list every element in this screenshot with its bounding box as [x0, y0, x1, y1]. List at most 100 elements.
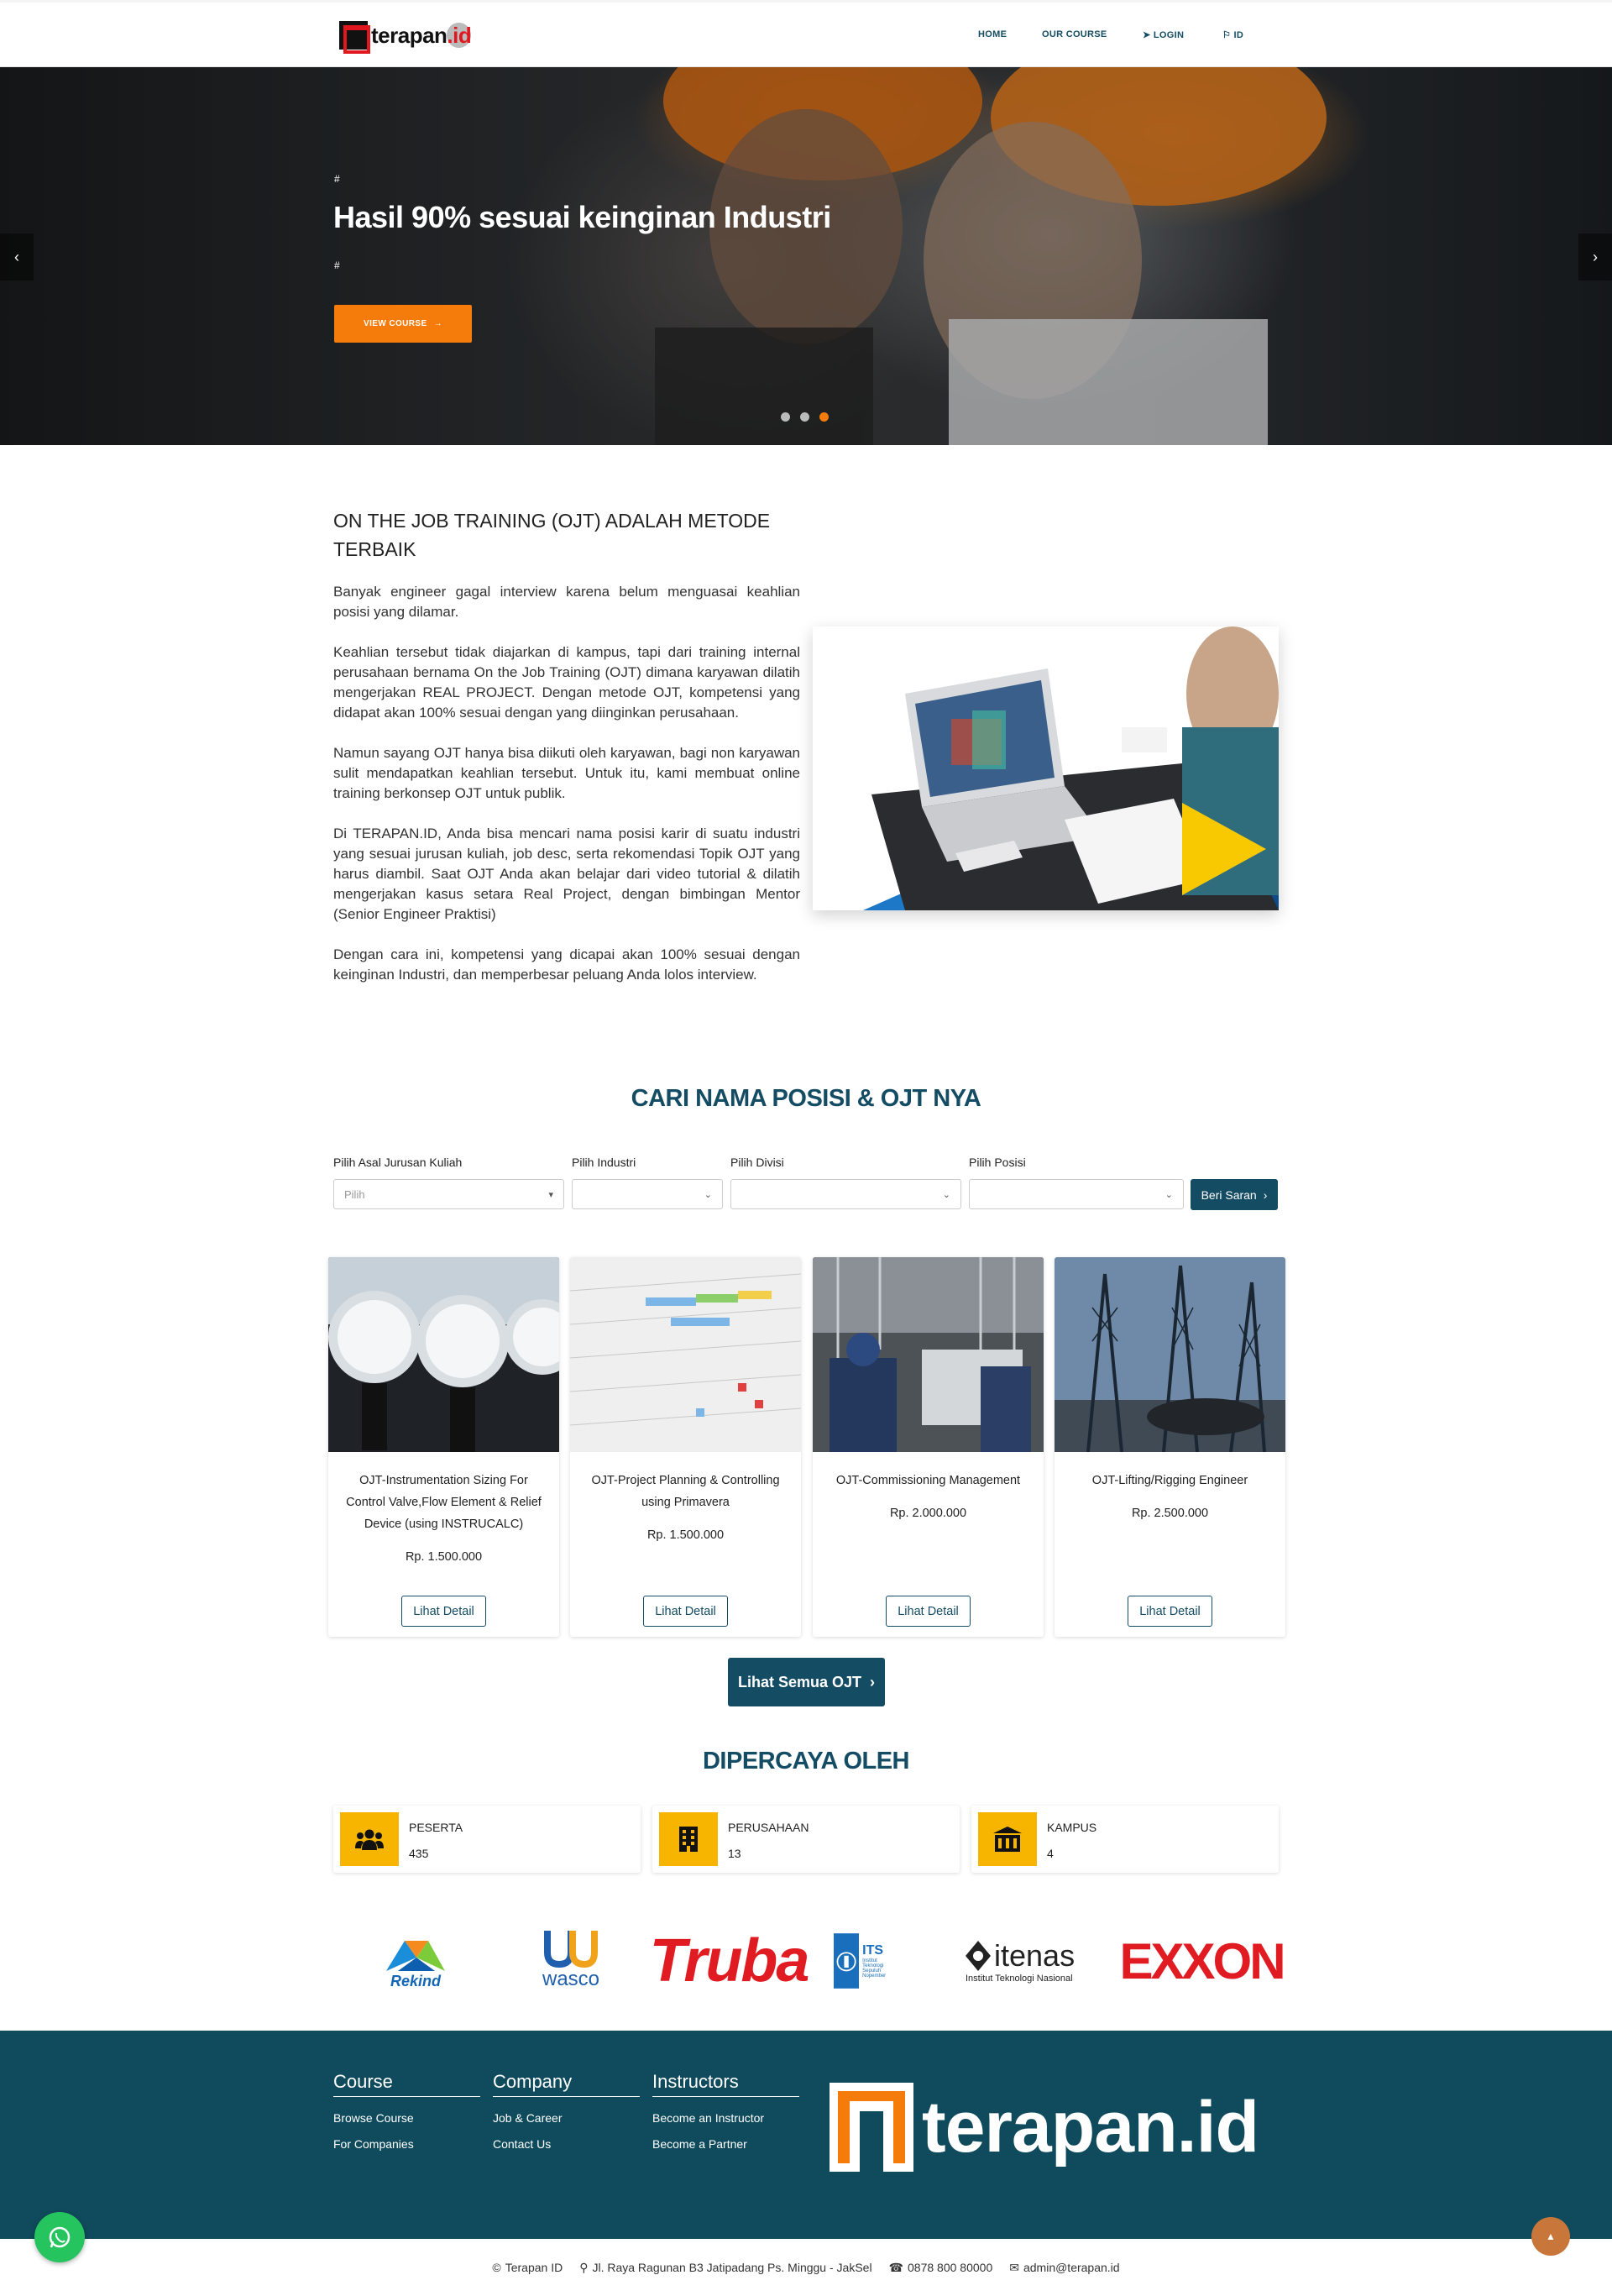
course-detail-button[interactable]: Lihat Detail	[1128, 1596, 1212, 1627]
email-item[interactable]: ✉ admin@terapan.id	[1009, 2261, 1119, 2275]
about-paragraph: Di TERAPAN.ID, Anda bisa mencari nama po…	[333, 826, 800, 922]
footer-brand-text: terapan	[922, 2086, 1178, 2168]
itenas-wordmark: itenas	[994, 1938, 1076, 1973]
logo-mark-icon	[830, 2083, 913, 2172]
itenas-emblem-icon	[966, 1941, 991, 1971]
divisi-select[interactable]: ⌄	[730, 1179, 961, 1209]
about-paragraph: Keahlian tersebut tidak diajarkan di kam…	[333, 644, 800, 721]
see-all-courses-button[interactable]: Lihat Semua OJT ›	[728, 1658, 885, 1706]
posisi-select[interactable]: ⌄	[969, 1179, 1184, 1209]
building-icon	[659, 1812, 718, 1866]
footer-col-company: Company Job & Career Contact Us	[493, 2071, 640, 2157]
carousel-indicators	[781, 412, 829, 422]
course-image	[1055, 1257, 1285, 1453]
course-card[interactable]: OJT-Commissioning Management Rp. 2.000.0…	[813, 1257, 1044, 1637]
footer-link-for-companies[interactable]: For Companies	[333, 2131, 480, 2157]
footer-brand-logo: terapan.id	[830, 2083, 1259, 2172]
stat-value: 13	[728, 1847, 741, 1860]
footer-link-job-career[interactable]: Job & Career	[493, 2105, 640, 2131]
about-paragraph: Banyak engineer gagal interview karena b…	[333, 584, 800, 620]
course-card[interactable]: OJT-Project Planning & Controlling using…	[570, 1257, 801, 1637]
map-marker-icon: ⚲	[579, 2260, 589, 2274]
page: terapan.id HOME OUR COURSE ➤ LOGIN ⚐ ID …	[0, 0, 1612, 2296]
footer: Course Browse Course For Companies Compa…	[0, 2031, 1612, 2239]
beri-saran-button[interactable]: Beri Saran ›	[1191, 1179, 1278, 1210]
course-detail-button[interactable]: Lihat Detail	[401, 1596, 486, 1627]
course-card[interactable]: OJT-Lifting/Rigging Engineer Rp. 2.500.0…	[1055, 1257, 1285, 1637]
chevron-right-icon: ›	[870, 1673, 876, 1691]
footer-heading: Course	[333, 2071, 480, 2097]
stat-card-peserta: PESERTA 435	[333, 1806, 641, 1873]
footer-link-contact-us[interactable]: Contact Us	[493, 2131, 640, 2157]
wasco-logo-icon	[544, 1931, 598, 1968]
brand-name: terapan.id	[371, 22, 472, 48]
stat-value: 4	[1047, 1847, 1054, 1860]
stat-label: PERUSAHAAN	[728, 1821, 809, 1834]
nav-login-label: LOGIN	[1153, 30, 1185, 40]
copyright-bar: © Terapan ID ⚲ Jl. Raya Ragunan B3 Jatipad…	[0, 2239, 1612, 2296]
nav-home[interactable]: HOME	[978, 29, 1007, 39]
course-card[interactable]: OJT-Instrumentation Sizing For Control V…	[328, 1257, 559, 1637]
its-subtitle: Sepuluh Nopember	[862, 1968, 887, 1979]
footer-heading: Instructors	[652, 2071, 799, 2097]
footer-link-become-instructor[interactable]: Become an Instructor	[652, 2105, 799, 2131]
brand-logo[interactable]: terapan.id	[339, 21, 472, 54]
truba-wordmark: Truba	[649, 1927, 810, 1995]
phone-icon: ☎	[888, 2260, 904, 2274]
footer-col-course: Course Browse Course For Companies	[333, 2071, 480, 2157]
phone-item[interactable]: ☎ 0878 800 80000	[889, 2261, 993, 2275]
university-icon	[978, 1812, 1037, 1866]
hero-subtitle: #	[334, 259, 340, 271]
footer-heading: Company	[493, 2071, 640, 2097]
laptop-illustration	[813, 626, 1279, 910]
carousel-next-button[interactable]: ›	[1578, 233, 1612, 280]
carousel-dot-2[interactable]	[800, 412, 809, 422]
course-detail-button[interactable]: Lihat Detail	[886, 1596, 971, 1627]
stat-card-kampus: KAMPUS 4	[971, 1806, 1279, 1873]
carousel-prev-button[interactable]: ‹	[0, 233, 34, 280]
partner-logo-itenas: itenas Institut Teknologi Nasional	[966, 1923, 1102, 1999]
posisi-label: Pilih Posisi	[969, 1156, 1026, 1169]
carousel-dot-1[interactable]	[781, 412, 790, 422]
nav-our-course[interactable]: OUR COURSE	[1042, 29, 1107, 39]
itenas-subtitle: Institut Teknologi Nasional	[966, 1974, 1073, 1984]
view-course-button[interactable]: VIEW COURSE →	[334, 305, 472, 343]
stat-label: PESERTA	[409, 1821, 463, 1834]
partner-logo-wasco: wasco	[529, 1923, 613, 1999]
back-to-top-button[interactable]: ▲	[1531, 2217, 1570, 2256]
chevron-right-icon: ›	[1593, 248, 1598, 265]
whatsapp-chat-button[interactable]	[34, 2212, 85, 2262]
nav-login[interactable]: ➤ LOGIN	[1143, 29, 1184, 40]
footer-brand-name: terapan.id	[922, 2086, 1259, 2169]
chevron-left-icon: ‹	[14, 248, 19, 265]
course-title: OJT-Instrumentation Sizing For Control V…	[346, 1474, 542, 1531]
course-title: OJT-Commissioning Management	[835, 1474, 1021, 1487]
address-item: ⚲ Jl. Raya Ragunan B3 Jatipadang Ps. Ming…	[579, 2261, 871, 2275]
stat-label: KAMPUS	[1047, 1821, 1097, 1834]
users-icon	[340, 1812, 399, 1866]
jurusan-select-value: Pilih	[344, 1187, 365, 1201]
course-price: Rp. 1.500.000	[646, 1528, 725, 1542]
logo-mark-icon	[339, 21, 370, 54]
partner-logo-exxon: EXXON	[1119, 1923, 1285, 1999]
course-price: Rp. 2.000.000	[889, 1507, 967, 1520]
about-video-thumbnail[interactable]	[813, 626, 1279, 910]
chevron-up-icon: ▲	[1546, 2230, 1556, 2242]
jurusan-label: Pilih Asal Jurusan Kuliah	[333, 1156, 463, 1169]
jurusan-select[interactable]: Pilih ▾	[333, 1179, 564, 1209]
about-title: ON THE JOB TRAINING (OJT) ADALAH METODE …	[333, 510, 771, 560]
trusted-section-title: DIPERCAYA OLEH	[702, 1748, 910, 1774]
footer-link-become-partner[interactable]: Become a Partner	[652, 2131, 799, 2157]
see-all-courses-label: Lihat Semua OJT	[737, 1673, 862, 1691]
rekind-logo-icon	[386, 1940, 445, 1971]
copyright-text: Terapan ID	[505, 2261, 563, 2274]
about-body: Banyak engineer gagal interview karena b…	[333, 582, 800, 1005]
footer-link-browse-course[interactable]: Browse Course	[333, 2105, 480, 2131]
nav-language[interactable]: ⚐ ID	[1222, 29, 1243, 40]
course-image	[328, 1257, 559, 1452]
course-detail-button[interactable]: Lihat Detail	[643, 1596, 728, 1627]
hero-carousel: # Hasil 90% sesuai keinginan Industri # …	[0, 67, 1612, 445]
industri-select[interactable]: ⌄	[572, 1179, 723, 1209]
carousel-dot-3[interactable]	[819, 412, 829, 422]
view-course-label: VIEW COURSE	[364, 319, 427, 328]
